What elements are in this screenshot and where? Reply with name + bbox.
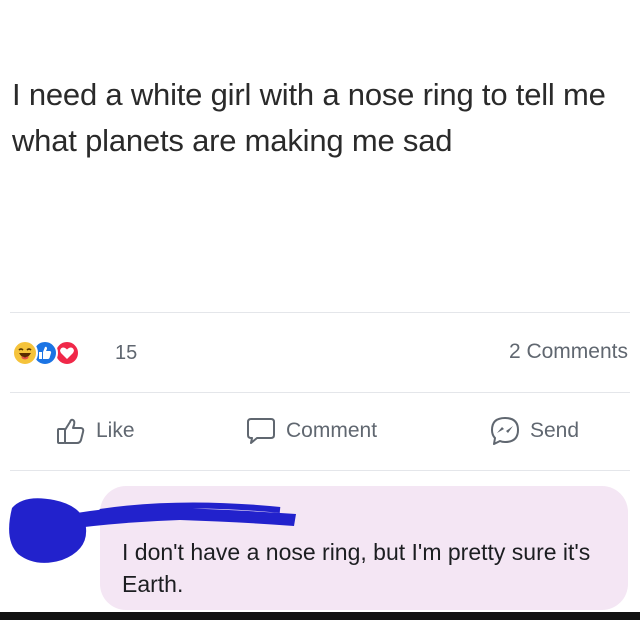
comment-label: Comment [286, 419, 378, 442]
like-label: Like [96, 419, 135, 442]
bottom-edge [0, 612, 640, 620]
reaction-count: 15 [115, 342, 138, 364]
like-button[interactable]: Like [54, 414, 135, 448]
comment-bubble-icon [244, 414, 278, 448]
reaction-icons [12, 338, 112, 368]
comment-text: I don't have a nose ring, but I'm pretty… [122, 539, 591, 597]
send-button[interactable]: Send [488, 414, 579, 448]
divider [10, 312, 630, 313]
comments-count-link[interactable]: 2 Comments [509, 340, 628, 364]
divider [10, 470, 630, 471]
send-label: Send [530, 419, 580, 442]
post-text: I need a white girl with a nose ring to … [12, 77, 606, 158]
comment-button[interactable]: Comment [244, 414, 377, 448]
reactions-summary[interactable]: 15 [12, 338, 137, 368]
thumbs-up-icon [54, 414, 88, 448]
haha-icon [12, 340, 38, 366]
redacted-name[interactable] [60, 496, 300, 536]
comment: I don't have a nose ring, but I'm pretty… [0, 482, 640, 620]
divider [10, 392, 630, 393]
messenger-icon [488, 414, 522, 448]
